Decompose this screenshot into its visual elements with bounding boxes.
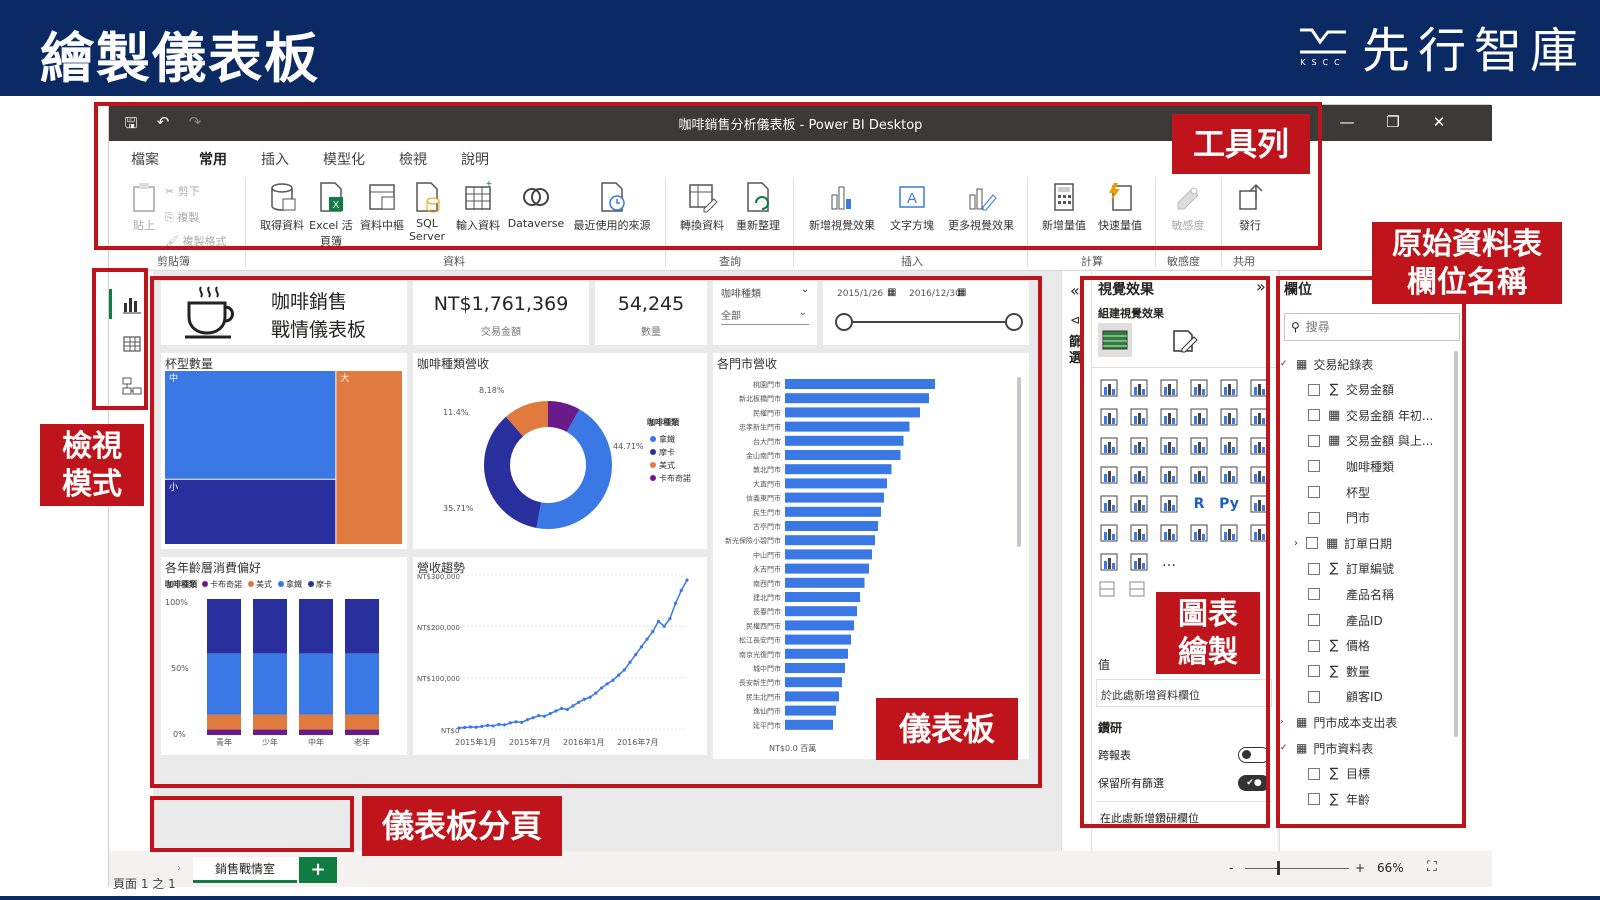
footer-strip [0,896,1600,900]
toolbar-annotation: 工具列 [1172,114,1310,174]
filter-funnel-icon: ⊲ [1070,313,1081,327]
minimize-icon[interactable]: — [1337,113,1357,133]
fit-to-page-icon[interactable]: ⛶ [1427,859,1437,875]
view-mode-annotation-line2: 模式 [62,467,122,502]
page-indicator: 頁面 1 之 1 [113,877,176,891]
group-label-query: 查詢 [719,255,741,268]
chart-draw-annotation-line2: 繪製 [1178,635,1238,670]
group-label-insert: 插入 [901,255,923,268]
page-tabs-bar: › 銷售戰情室 + 頁面 1 之 1 - + 66% ⛶ [109,851,1492,891]
group-label-data: 資料 [443,255,465,268]
group-label-sensitivity: 敏感度 [1167,255,1200,268]
page-prev-icon[interactable]: › [177,863,181,874]
brand-mark-icon [1299,28,1346,53]
chart-draw-annotation: 圖表 繪製 [1156,592,1260,674]
source-fields-annotation-line2: 欄位名稱 [1407,265,1527,300]
source-fields-annotation-line1: 原始資料表 [1392,227,1542,262]
brand-logo: KSCC 先行智庫 [1298,14,1586,79]
dashboard-annotation: 儀表板 [876,698,1018,760]
header-banner: 繪製儀表板 KSCC 先行智庫 [0,0,1600,96]
brand-mark-text: KSCC [1300,57,1346,67]
viz-pane-highlight [1080,276,1270,828]
toolbar-highlight [94,102,1322,250]
expand-double-chevron-icon[interactable]: « [1070,281,1080,300]
group-label-share: 共用 [1233,255,1255,268]
zoom-in-button[interactable]: + [1355,861,1365,875]
brand-name: 先行智庫 [1361,23,1586,79]
page-tabs-annotation: 儀表板分頁 [362,796,562,856]
group-label-clipboard: 剪貼簿 [157,255,190,268]
restore-icon[interactable]: ❐ [1383,113,1403,133]
banner-title: 繪製儀表板 [40,27,320,90]
chart-draw-annotation-line1: 圖表 [1178,597,1238,632]
zoom-slider-thumb[interactable] [1277,861,1280,875]
view-mode-annotation: 檢視 模式 [40,424,144,506]
zoom-level: 66% [1377,861,1404,875]
source-fields-annotation: 原始資料表 欄位名稱 [1372,222,1562,304]
zoom-out-button[interactable]: - [1229,861,1233,875]
view-mode-highlight [92,268,148,410]
page-tabs-highlight [150,796,354,852]
group-label-calc: 計算 [1081,255,1103,268]
close-icon[interactable]: ✕ [1429,113,1449,133]
view-mode-annotation-line1: 檢視 [62,429,122,464]
zoom-slider-track[interactable] [1245,868,1349,869]
fields-pane-highlight [1276,276,1466,828]
